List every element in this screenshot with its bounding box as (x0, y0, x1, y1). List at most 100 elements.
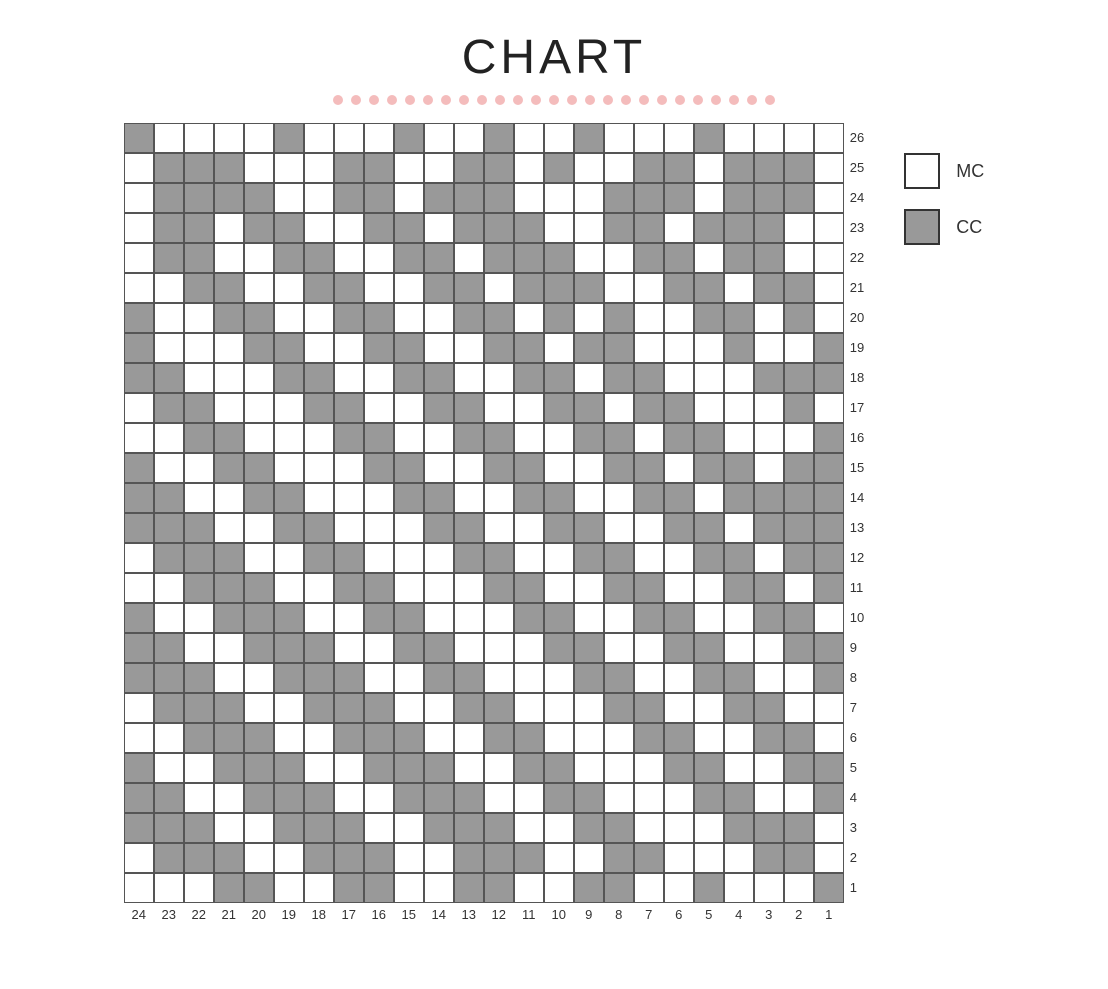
grid-cell (484, 333, 514, 363)
legend-label-cc: CC (956, 217, 982, 238)
grid-cell (124, 573, 154, 603)
grid-cell (814, 423, 844, 453)
grid-cell (724, 303, 754, 333)
grid-cell (124, 513, 154, 543)
grid-row (124, 183, 844, 213)
grid-cell (364, 873, 394, 903)
col-label: 4 (724, 907, 754, 922)
grid-cell (694, 573, 724, 603)
grid-cell (544, 573, 574, 603)
grid-cell (724, 243, 754, 273)
grid-cell (634, 303, 664, 333)
grid-cell (604, 603, 634, 633)
grid-cell (244, 573, 274, 603)
grid-cell (454, 333, 484, 363)
grid-cell (394, 393, 424, 423)
grid-cell (484, 183, 514, 213)
grid-cell (814, 723, 844, 753)
grid-cell (394, 423, 424, 453)
grid-cell (274, 273, 304, 303)
grid-cell (604, 843, 634, 873)
grid-cell (574, 363, 604, 393)
grid-cell (304, 333, 334, 363)
col-label: 21 (214, 907, 244, 922)
grid-cell (724, 573, 754, 603)
grid-cell (364, 543, 394, 573)
grid-cell (124, 243, 154, 273)
grid-cell (484, 423, 514, 453)
grid-cell (634, 633, 664, 663)
grid-cell (814, 333, 844, 363)
grid-cell (184, 693, 214, 723)
grid-cell (274, 333, 304, 363)
grid-cell (724, 423, 754, 453)
grid-cell (634, 393, 664, 423)
grid-cell (424, 363, 454, 393)
row-label: 16 (850, 423, 864, 453)
grid-cell (364, 753, 394, 783)
col-label: 3 (754, 907, 784, 922)
grid-cell (754, 273, 784, 303)
grid-cell (214, 843, 244, 873)
grid-cell (364, 513, 394, 543)
grid-cell (454, 393, 484, 423)
grid-cell (634, 513, 664, 543)
grid-row (124, 273, 844, 303)
grid-cell (754, 303, 784, 333)
grid-cell (694, 243, 724, 273)
grid-cell (124, 273, 154, 303)
dot (495, 95, 505, 105)
grid-cell (604, 123, 634, 153)
grid-cell (364, 243, 394, 273)
grid-cell (124, 393, 154, 423)
col-label: 19 (274, 907, 304, 922)
grid-cell (694, 153, 724, 183)
grid-cell (604, 153, 634, 183)
row-label: 24 (850, 183, 864, 213)
col-label: 10 (544, 907, 574, 922)
grid-cell (784, 303, 814, 333)
grid-cell (154, 483, 184, 513)
grid-cell (574, 663, 604, 693)
grid-cell (244, 633, 274, 663)
grid-cell (664, 333, 694, 363)
col-label: 1 (814, 907, 844, 922)
grid-cell (244, 363, 274, 393)
grid-cell (214, 573, 244, 603)
grid-cell (814, 693, 844, 723)
grid-cell (664, 573, 694, 603)
grid-cell (184, 363, 214, 393)
grid-cell (364, 393, 394, 423)
grid-cell (124, 843, 154, 873)
grid-cell (574, 873, 604, 903)
grid-cell (184, 573, 214, 603)
dot (333, 95, 343, 105)
row-label: 2 (850, 843, 864, 873)
grid-cell (664, 813, 694, 843)
grid-cell (184, 483, 214, 513)
grid-cell (154, 183, 184, 213)
grid-cell (814, 573, 844, 603)
grid-cell (514, 783, 544, 813)
grid-cell (694, 783, 724, 813)
grid-cell (184, 543, 214, 573)
grid-cell (604, 753, 634, 783)
grid-cell (184, 843, 214, 873)
grid-cell (544, 753, 574, 783)
grid-cell (694, 603, 724, 633)
row-label: 1 (850, 873, 864, 903)
grid-cell (214, 513, 244, 543)
grid-cell (664, 603, 694, 633)
grid-cell (814, 753, 844, 783)
grid-cell (694, 543, 724, 573)
grid-cell (214, 243, 244, 273)
grid-cell (364, 153, 394, 183)
grid-cell (604, 243, 634, 273)
grid-cell (334, 393, 364, 423)
grid-cell (454, 363, 484, 393)
grid-cell (634, 123, 664, 153)
grid-cell (304, 153, 334, 183)
grid-cell (334, 213, 364, 243)
row-label: 9 (850, 633, 864, 663)
dot (369, 95, 379, 105)
